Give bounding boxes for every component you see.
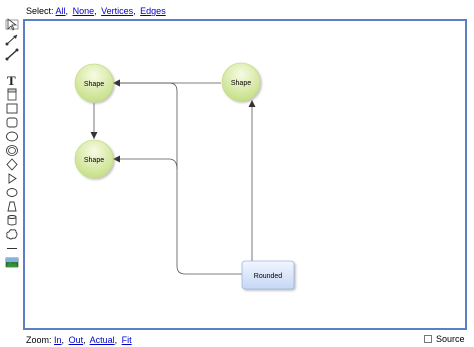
double-ellipse-icon[interactable]	[4, 144, 20, 157]
zoom-out-link[interactable]: Out	[69, 335, 84, 345]
vertex-label: Rounded	[254, 273, 283, 280]
zoom-in-link[interactable]: In	[54, 335, 62, 345]
select-label: Select:	[26, 6, 54, 16]
vertex-label: Shape	[84, 157, 104, 164]
rounded-rectangle-icon[interactable]	[4, 116, 20, 129]
actor-icon[interactable]	[4, 200, 20, 213]
vertex-label: Shape	[231, 80, 251, 87]
triangle-icon[interactable]	[4, 172, 20, 185]
connector-icon[interactable]	[4, 33, 20, 46]
edge-rounded-to-bottomleft[interactable]	[113, 155, 178, 170]
source-toggle[interactable]: Source	[424, 333, 465, 345]
line-icon[interactable]	[4, 48, 20, 61]
graph-canvas[interactable]: Shape Shape Shape Rounded	[23, 19, 467, 330]
text-icon[interactable]: T	[4, 73, 20, 86]
cloud-shape-icon[interactable]	[4, 228, 20, 241]
cylinder-icon[interactable]	[4, 186, 20, 199]
rhombus-icon[interactable]	[4, 158, 20, 171]
rectangle-icon[interactable]	[4, 102, 20, 115]
edge-rounded-to-topleft[interactable]	[113, 79, 243, 275]
zoom-label: Zoom:	[26, 335, 52, 345]
svg-text:T: T	[7, 73, 16, 86]
vertex-label: Shape	[84, 81, 104, 88]
graph-svg: Shape Shape Shape Rounded	[74, 62, 295, 290]
select-bar: Select: All, None, Vertices, Edges	[26, 6, 166, 16]
zoom-bar: Zoom: In, Out, Actual, Fit	[26, 335, 132, 345]
source-checkbox[interactable]	[424, 335, 432, 343]
hline-icon[interactable]	[4, 242, 20, 255]
image-icon[interactable]	[4, 256, 20, 269]
select-edges-link[interactable]: Edges	[140, 6, 166, 16]
ellipse-icon[interactable]	[4, 130, 20, 143]
source-label: Source	[436, 334, 465, 344]
select-all-link[interactable]: All	[56, 6, 66, 16]
container-icon[interactable]	[4, 88, 20, 101]
select-icon[interactable]	[4, 18, 20, 31]
zoom-fit-link[interactable]: Fit	[122, 335, 132, 345]
cloud-icon[interactable]	[4, 214, 20, 227]
zoom-actual-link[interactable]: Actual	[90, 335, 115, 345]
select-vertices-link[interactable]: Vertices	[101, 6, 133, 16]
select-none-link[interactable]: None	[73, 6, 95, 16]
